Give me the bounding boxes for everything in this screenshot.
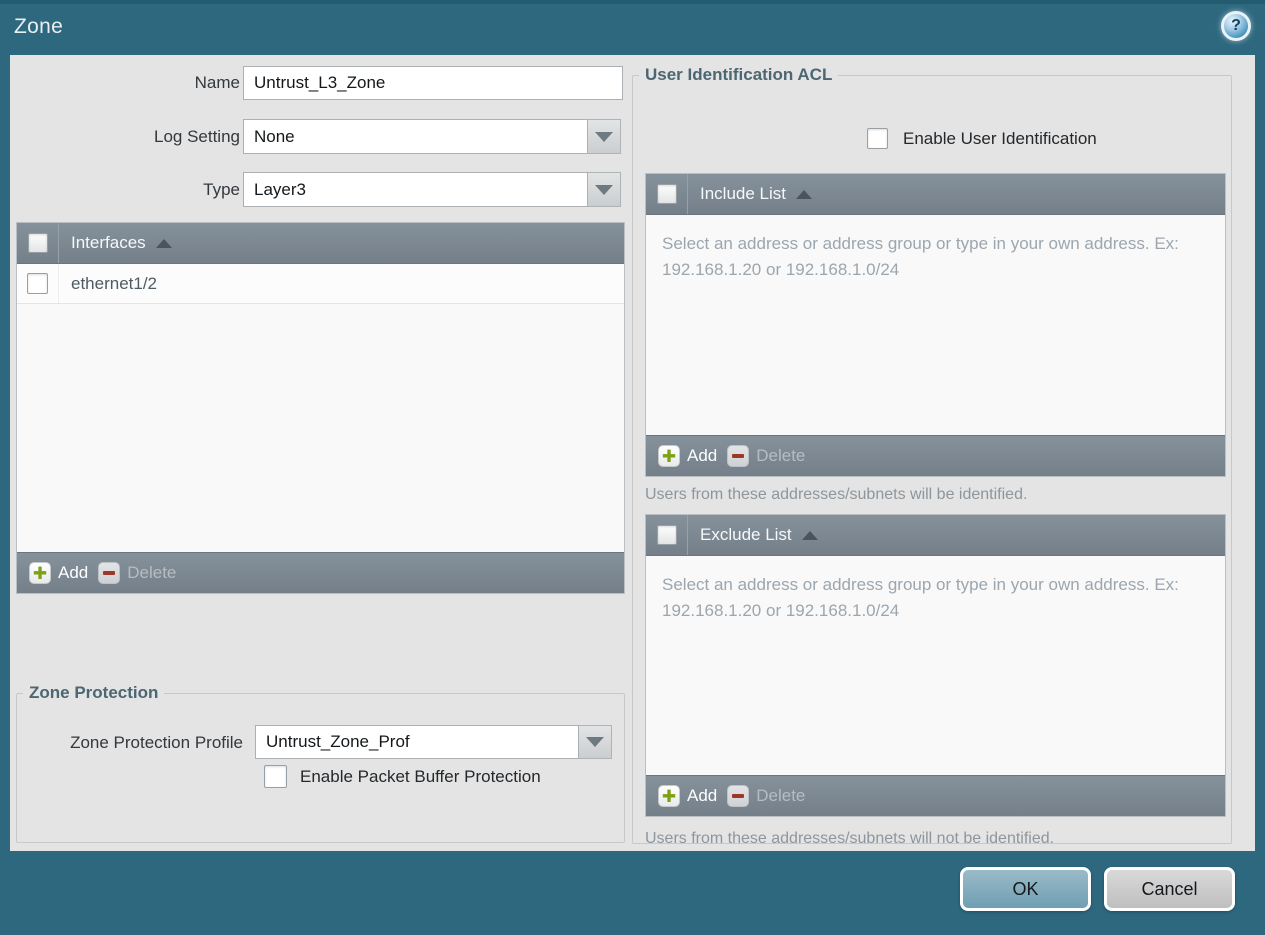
add-label: Add (58, 563, 89, 582)
type-dropdown-button[interactable] (588, 172, 621, 207)
include-list-table: Include List Select an address or addres… (645, 173, 1226, 477)
packet-buffer-protection-label: Enable Packet Buffer Protection (300, 767, 541, 786)
interfaces-header-label: Interfaces (71, 233, 146, 252)
log-setting-input[interactable] (243, 119, 588, 154)
name-label: Name (194, 73, 240, 92)
delete-icon (727, 785, 750, 807)
delete-icon (727, 445, 750, 467)
delete-icon (98, 562, 121, 584)
exclude-select-all-cell (646, 515, 688, 555)
log-setting-dropdown-button[interactable] (588, 119, 621, 154)
log-setting-label: Log Setting (153, 127, 240, 146)
include-list-placeholder: Select an address or address group or ty… (662, 234, 1179, 279)
exclude-select-all-checkbox[interactable] (656, 525, 677, 545)
exclude-list-caption: Users from these addresses/subnets will … (645, 830, 1055, 847)
interfaces-select-all-cell (17, 223, 59, 263)
zone-protection-profile-dropdown-button[interactable] (579, 725, 612, 759)
include-delete-label: Delete (756, 446, 806, 465)
delete-button[interactable]: Delete (98, 562, 176, 584)
name-input[interactable] (243, 66, 623, 100)
include-select-all-checkbox[interactable] (656, 184, 677, 204)
help-glyph: ? (1231, 17, 1241, 34)
include-add-label: Add (687, 446, 718, 465)
interfaces-table: Interfaces ethernet1/2 ✚ Add Delete (16, 222, 625, 594)
exclude-delete-label: Delete (756, 786, 806, 805)
include-list-header-label: Include List (700, 184, 786, 203)
user-identification-acl-section: User Identification ACL Enable User Iden… (632, 65, 1232, 847)
user-identification-acl-legend: User Identification ACL (645, 65, 833, 84)
zone-protection-profile-label: Zone Protection Profile (70, 733, 243, 752)
include-list-footer: ✚ Add Delete (646, 435, 1225, 476)
zone-protection-section: Zone Protection Zone Protection Profile … (16, 683, 625, 843)
sort-ascending-icon[interactable] (155, 238, 172, 248)
include-add-button[interactable]: ✚ Add (658, 445, 717, 467)
exclude-add-button[interactable]: ✚ Add (658, 785, 717, 807)
dialog-body: Name Log Setting Type Interfaces (10, 55, 1255, 851)
exclude-list-header: Exclude List (646, 515, 1225, 556)
include-list-caption: Users from these addresses/subnets will … (645, 486, 1028, 503)
exclude-list-header-label: Exclude List (700, 525, 792, 544)
include-delete-button[interactable]: Delete (727, 445, 805, 467)
row-checkbox-cell (17, 264, 59, 303)
interfaces-table-footer: ✚ Add Delete (17, 552, 624, 593)
row-checkbox[interactable] (27, 273, 48, 294)
zone-protection-profile-input[interactable] (255, 725, 579, 759)
enable-user-identification-label: Enable User Identification (903, 129, 1097, 148)
exclude-list-table: Exclude List Select an address or addres… (645, 514, 1226, 817)
add-button[interactable]: ✚ Add (29, 562, 88, 584)
packet-buffer-protection-checkbox[interactable] (264, 765, 287, 788)
table-row[interactable]: ethernet1/2 (17, 264, 624, 304)
add-icon: ✚ (29, 562, 51, 584)
exclude-add-label: Add (687, 786, 718, 805)
sort-ascending-icon[interactable] (796, 189, 812, 199)
zone-dialog-window: Zone ? Name Log Setting Type Interfaces (0, 0, 1265, 935)
page-title: Zone (14, 15, 64, 38)
include-list-header: Include List (646, 174, 1225, 215)
ok-button[interactable]: OK (960, 867, 1091, 911)
enable-user-identification-checkbox[interactable] (867, 128, 888, 149)
interfaces-select-all-checkbox[interactable] (27, 233, 48, 253)
type-label: Type (203, 180, 240, 199)
include-select-all-cell (646, 174, 688, 214)
type-input[interactable] (243, 172, 588, 207)
cancel-button[interactable]: Cancel (1104, 867, 1235, 911)
zone-protection-legend: Zone Protection (29, 683, 159, 702)
sort-ascending-icon[interactable] (801, 530, 818, 540)
dialog-titlebar: Zone ? (0, 0, 1265, 55)
exclude-delete-button[interactable]: Delete (727, 785, 805, 807)
add-icon: ✚ (658, 785, 680, 807)
interfaces-table-header: Interfaces (17, 223, 624, 264)
exclude-list-placeholder: Select an address or address group or ty… (662, 575, 1179, 620)
interface-name: ethernet1/2 (71, 273, 158, 293)
add-icon: ✚ (658, 445, 680, 467)
help-icon[interactable]: ? (1221, 11, 1251, 41)
exclude-list-footer: ✚ Add Delete (646, 775, 1225, 816)
delete-label: Delete (127, 563, 177, 582)
